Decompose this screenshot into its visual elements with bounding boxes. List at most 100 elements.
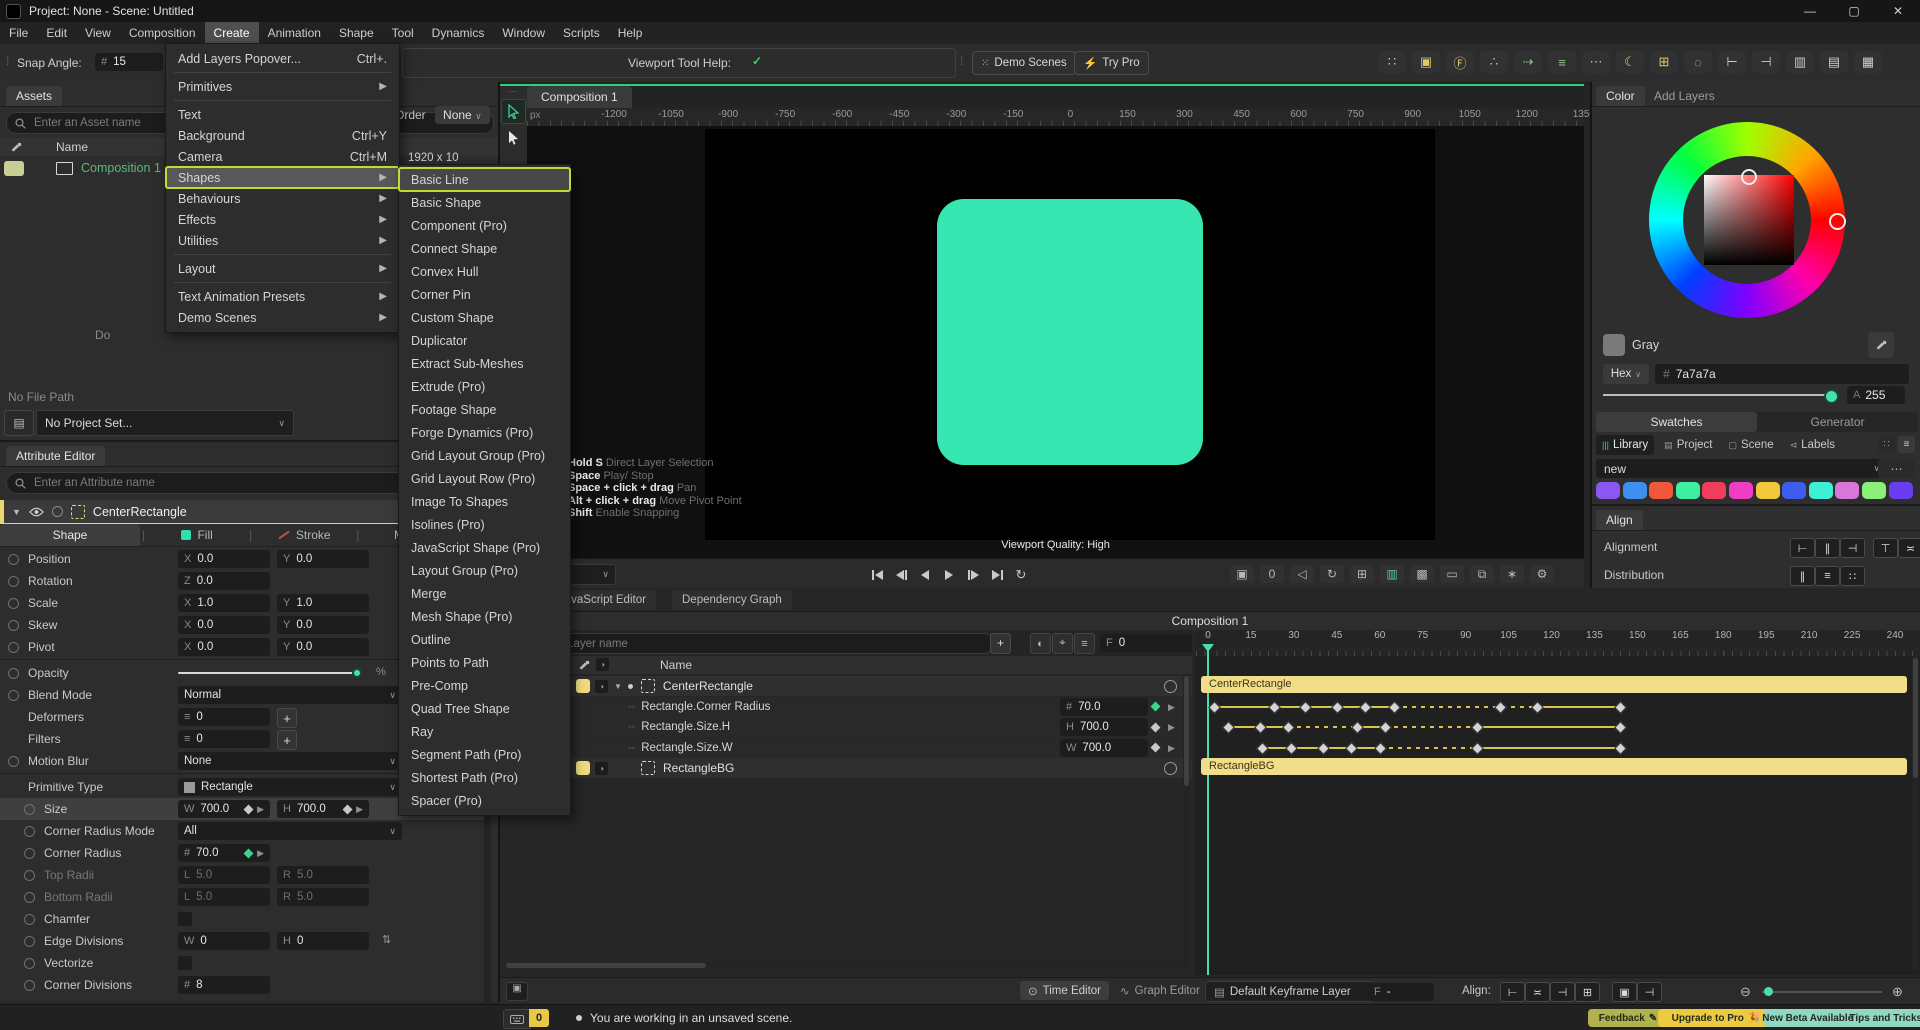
- timeline-tracks-area[interactable]: 0 15 30 45 60 75 90 105 120 135 150 165 180 195 210 225…: [1195, 630, 1920, 975]
- create-menu-item-demo-scenes[interactable]: Demo Scenes ▶: [166, 307, 399, 328]
- keyframe-diamond-icon[interactable]: [243, 848, 254, 858]
- keyframe-diamond[interactable]: [1345, 741, 1358, 755]
- layout-rows-icon[interactable]: ▤: [1820, 51, 1848, 73]
- keyframe-diamond[interactable]: [1531, 700, 1545, 714]
- alpha-value-field[interactable]: A 255: [1847, 386, 1905, 404]
- distribute-grid-button[interactable]: ∷: [1840, 566, 1865, 586]
- align-center-h-button[interactable]: ∥: [1815, 538, 1840, 558]
- keyframe-diamond[interactable]: [1494, 700, 1507, 714]
- keyframe-diamond[interactable]: [1253, 721, 1267, 734]
- align-top-button[interactable]: ⊤: [1873, 538, 1898, 558]
- viewport-display-icon[interactable]: ▥: [1380, 565, 1404, 583]
- color-swatch-5[interactable]: [1702, 482, 1727, 499]
- shapes-submenu-item-image-to-shapes[interactable]: Image To Shapes: [399, 490, 570, 513]
- zoom-out-icon[interactable]: ⊖: [1740, 984, 1751, 1000]
- shapes-submenu-item-grid-layout-group-pro-[interactable]: Grid Layout Group (Pro): [399, 444, 570, 467]
- create-menu-item-add-layers-popover-[interactable]: Add Layers Popover... Ctrl+.: [166, 48, 399, 69]
- shapes-submenu-item-duplicator[interactable]: Duplicator: [399, 329, 570, 352]
- timeline-bar-rectanglebg[interactable]: RectangleBG: [1201, 758, 1907, 775]
- color-swatch-9[interactable]: [1808, 482, 1833, 499]
- shapes-submenu-item-points-to-path[interactable]: Points to Path: [399, 651, 570, 674]
- shapes-submenu-item-extract-sub-meshes[interactable]: Extract Sub-Meshes: [399, 352, 570, 375]
- shapes-submenu-item-extrude-pro-[interactable]: Extrude (Pro): [399, 375, 570, 398]
- opacity-slider-knob[interactable]: [352, 668, 362, 678]
- eyedropper-button[interactable]: [1868, 332, 1894, 358]
- try-pro-button[interactable]: ⚡ Try Pro: [1074, 51, 1149, 75]
- create-menu-item-effects[interactable]: Effects ▶: [166, 209, 399, 230]
- footer-frame-field[interactable]: F-: [1368, 983, 1434, 1001]
- project-set-dropdown[interactable]: No Project Set... ∨: [36, 410, 294, 436]
- dropdown-blend-mode[interactable]: Normal ∨: [178, 686, 402, 704]
- layout-columns-icon[interactable]: ▥: [1786, 51, 1814, 73]
- tab-assets[interactable]: Assets: [6, 86, 63, 106]
- tab-composition-1[interactable]: Composition 1: [527, 86, 632, 108]
- timeline-row-rectanglebg[interactable]: ◑ RectangleBG: [500, 758, 1192, 778]
- menubar-item-animation[interactable]: Animation: [259, 22, 330, 44]
- value-field-#[interactable]: #70.0 ▶: [178, 844, 270, 862]
- current-color-swatch[interactable]: [1603, 334, 1625, 356]
- create-menu-item-camera[interactable]: Camera Ctrl+M: [166, 146, 399, 167]
- count-field[interactable]: ≡ 0: [178, 708, 270, 726]
- value-field-w[interactable]: W 700.0 ▶: [178, 800, 270, 818]
- keyframe-track[interactable]: [1195, 718, 1920, 735]
- keyframe-toggle-icon[interactable]: [8, 642, 19, 653]
- keyframe-diamond[interactable]: [1282, 721, 1296, 734]
- menubar-item-create[interactable]: Create: [204, 22, 259, 44]
- dropdown-motion-blur[interactable]: None ∨: [178, 752, 402, 770]
- asset-color-swatch[interactable]: [4, 160, 24, 176]
- create-menu-item-shapes[interactable]: Shapes ▶: [165, 166, 400, 189]
- saturation-value-box[interactable]: [1704, 175, 1794, 265]
- timeline-mode-icon[interactable]: ▣: [506, 982, 528, 1001]
- color-swatch-6[interactable]: [1729, 482, 1753, 499]
- create-menu-item-text[interactable]: Text: [166, 104, 399, 125]
- keyframe-diamond[interactable]: [1614, 741, 1628, 755]
- property-value-field[interactable]: H 700.0: [1060, 718, 1148, 736]
- keyframe-toggle-icon[interactable]: [24, 870, 35, 881]
- menubar-item-composition[interactable]: Composition: [120, 22, 205, 44]
- distribute-h-button[interactable]: ∥: [1790, 566, 1815, 586]
- keyframe-toggle-icon[interactable]: [8, 554, 19, 565]
- keyframe-toggle-icon[interactable]: [8, 756, 19, 767]
- palette-more-button[interactable]: ⋯: [1878, 459, 1915, 478]
- opacity-slider-track[interactable]: [178, 672, 358, 674]
- keyframe-diamond[interactable]: [1614, 721, 1628, 734]
- keyframe-menu-icon[interactable]: ▶: [1168, 722, 1175, 733]
- grid-overlay-icon[interactable]: ⊞: [1350, 565, 1374, 583]
- shapes-submenu-item-component-pro-[interactable]: Component (Pro): [399, 214, 570, 237]
- shapes-submenu-item-segment-path-pro-[interactable]: Segment Path (Pro): [399, 743, 570, 766]
- menubar-item-scripts[interactable]: Scripts: [554, 22, 609, 44]
- keyframe-toggle-icon[interactable]: [24, 892, 35, 903]
- names-vertical-scrollbar[interactable]: [1183, 674, 1190, 970]
- zoom-in-icon[interactable]: ⊕: [1892, 984, 1903, 1000]
- eyedropper-icon[interactable]: [10, 141, 22, 153]
- shapes-submenu-item-forge-dynamics-pro-[interactable]: Forge Dynamics (Pro): [399, 421, 570, 444]
- pivot-target-icon[interactable]: ⌖: [1052, 633, 1073, 654]
- expand-right-icon[interactable]: ⊣: [1752, 51, 1780, 73]
- link-dimensions-icon[interactable]: ⇅: [382, 933, 391, 946]
- shapes-submenu-item-connect-shape[interactable]: Connect Shape: [399, 237, 570, 260]
- order-dropdown[interactable]: None ∨: [435, 106, 490, 124]
- menubar-item-view[interactable]: View: [76, 22, 120, 44]
- keyframe-menu-icon[interactable]: ▶: [257, 848, 264, 859]
- snapping-icon[interactable]: ∗: [1500, 565, 1524, 583]
- layout-grid-icon[interactable]: ∷: [1378, 51, 1406, 73]
- timeline-row-rectangle-size-h[interactable]: ┈ Rectangle.Size.H H 700.0 ▶: [500, 717, 1192, 737]
- attr-tab-shape[interactable]: Shape: [0, 524, 140, 546]
- value-field-w[interactable]: W0: [178, 932, 270, 950]
- value-field-r[interactable]: R 5.0: [277, 888, 369, 906]
- table-icon[interactable]: ⊞: [1650, 51, 1678, 73]
- keyframe-toggle-icon[interactable]: [24, 958, 35, 969]
- keyframe-diamond[interactable]: [1330, 700, 1344, 714]
- color-swatch-11[interactable]: [1862, 482, 1886, 499]
- tab-add-layers[interactable]: Add Layers: [1644, 86, 1725, 106]
- keyframe-diamond[interactable]: [1267, 700, 1281, 714]
- value-field-z[interactable]: Z 0.0: [178, 572, 270, 590]
- layer-color-swatch[interactable]: [576, 679, 590, 693]
- shapes-submenu-item-layout-group-pro-[interactable]: Layout Group (Pro): [399, 559, 570, 582]
- shapes-submenu-item-shortest-path-pro-[interactable]: Shortest Path (Pro): [399, 766, 570, 789]
- keyframe-diamond[interactable]: [1373, 741, 1387, 755]
- viewport-tool-help-check-icon[interactable]: ✓: [752, 54, 762, 68]
- tl-align-center-button[interactable]: ≍: [1525, 982, 1550, 1002]
- value-field-l[interactable]: L 5.0: [178, 888, 270, 906]
- menubar-item-edit[interactable]: Edit: [37, 22, 76, 44]
